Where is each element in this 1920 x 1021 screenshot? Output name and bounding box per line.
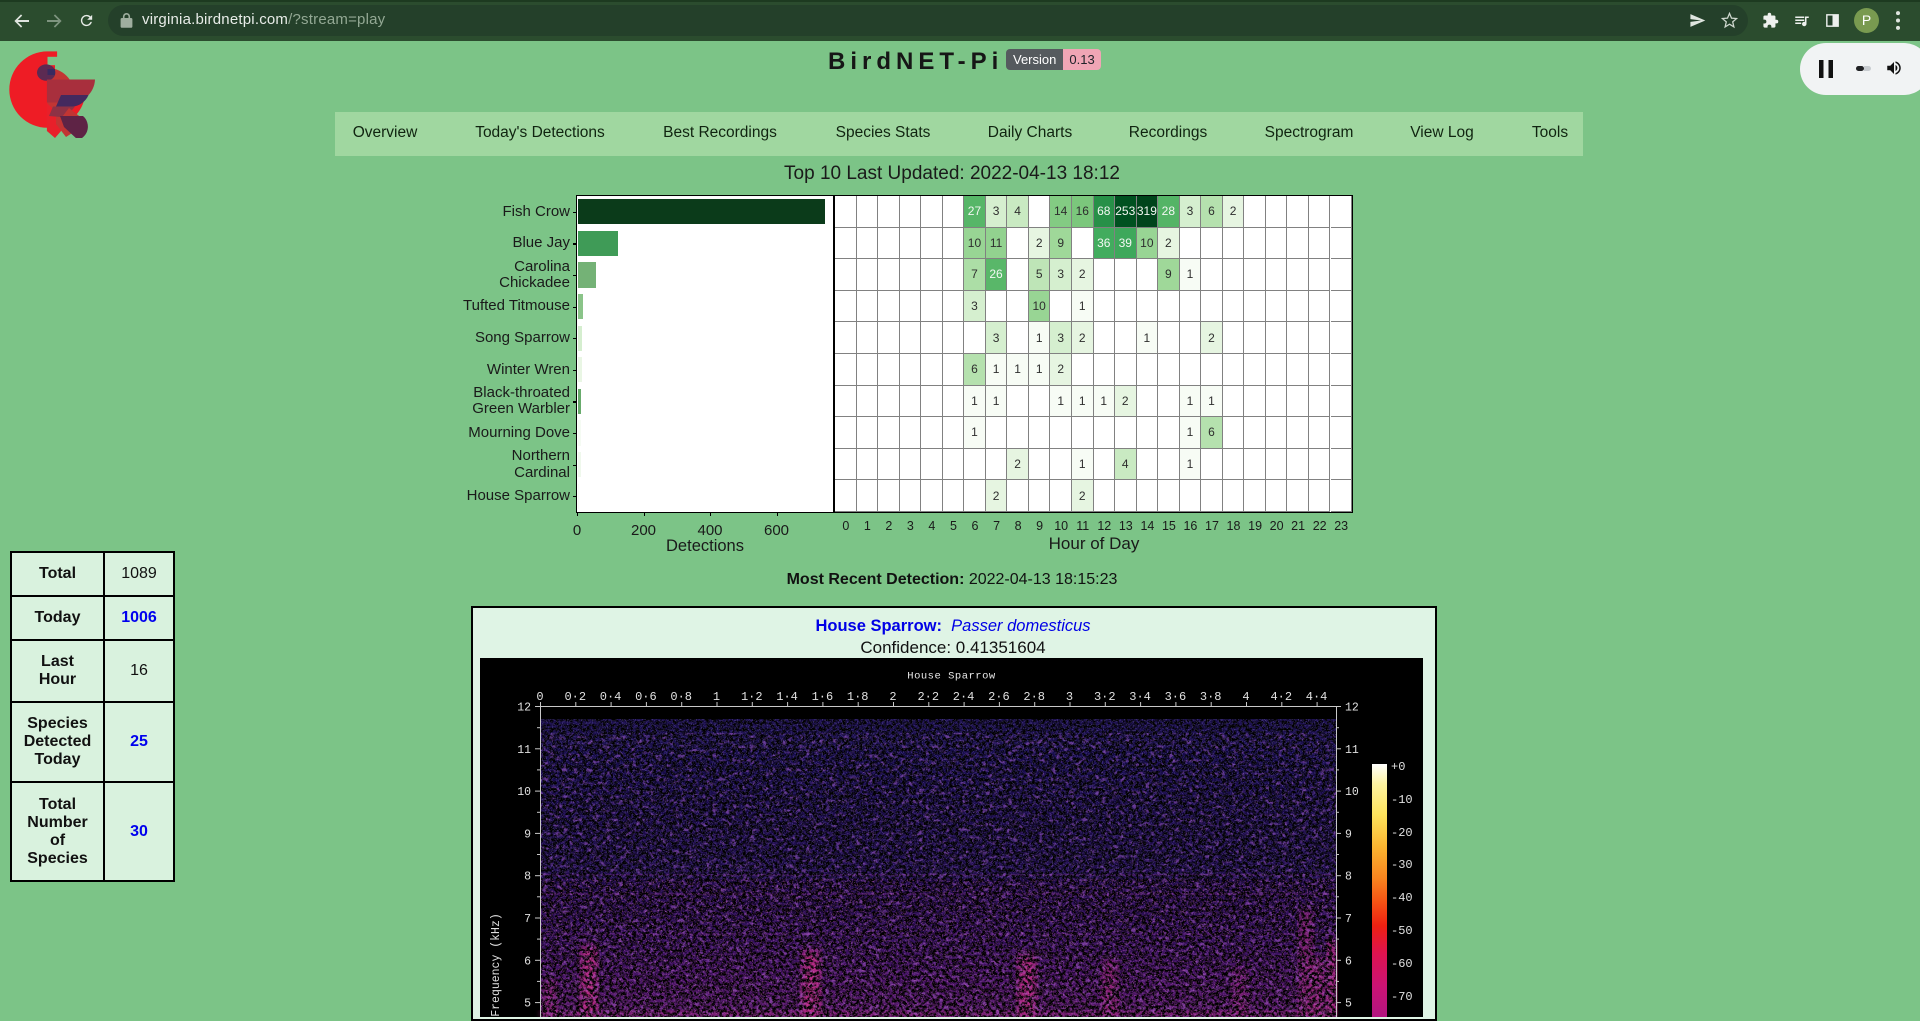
svg-text:3·6: 3·6 (1165, 690, 1187, 704)
svg-text:6: 6 (1345, 955, 1352, 968)
svg-text:3·4: 3·4 (1129, 690, 1151, 704)
svg-text:9: 9 (524, 828, 531, 841)
svg-text:+0: +0 (1391, 760, 1405, 774)
svg-text:7: 7 (524, 913, 531, 926)
svg-text:3·8: 3·8 (1200, 690, 1222, 704)
svg-text:0·8: 0·8 (670, 690, 692, 704)
svg-text:1·8: 1·8 (847, 690, 869, 704)
svg-text:4·4: 4·4 (1306, 690, 1328, 704)
svg-text:4·2: 4·2 (1270, 690, 1292, 704)
svg-text:8: 8 (524, 871, 531, 884)
svg-text:7: 7 (1345, 913, 1352, 926)
svg-text:2·4: 2·4 (953, 690, 975, 704)
svg-text:11: 11 (1345, 744, 1359, 757)
svg-text:0·2: 0·2 (564, 690, 586, 704)
svg-text:3·2: 3·2 (1094, 690, 1116, 704)
svg-text:0·4: 0·4 (600, 690, 622, 704)
svg-text:0·6: 0·6 (635, 690, 657, 704)
svg-text:-60: -60 (1391, 957, 1413, 971)
svg-text:6: 6 (524, 955, 531, 968)
svg-text:-50: -50 (1391, 924, 1413, 938)
svg-text:8: 8 (1345, 871, 1352, 884)
svg-text:5: 5 (1345, 998, 1352, 1011)
svg-text:Frequency (kHz): Frequency (kHz) (490, 913, 503, 1017)
svg-text:House Sparrow: House Sparrow (907, 671, 996, 683)
svg-text:3: 3 (1066, 690, 1073, 704)
svg-text:2·2: 2·2 (917, 690, 939, 704)
svg-text:1·4: 1·4 (776, 690, 798, 704)
svg-text:1·2: 1·2 (741, 690, 763, 704)
svg-text:2: 2 (889, 690, 896, 704)
svg-text:-30: -30 (1391, 858, 1413, 872)
svg-text:12: 12 (517, 702, 531, 715)
svg-text:2·8: 2·8 (1023, 690, 1045, 704)
svg-text:1: 1 (713, 690, 720, 704)
svg-text:-70: -70 (1391, 990, 1413, 1004)
svg-text:-20: -20 (1391, 826, 1413, 840)
svg-text:10: 10 (1345, 786, 1359, 799)
svg-text:9: 9 (1345, 828, 1352, 841)
svg-text:4: 4 (1242, 690, 1249, 704)
svg-text:0: 0 (536, 690, 543, 704)
svg-text:5: 5 (524, 998, 531, 1011)
svg-text:2·6: 2·6 (988, 690, 1010, 704)
svg-text:-10: -10 (1391, 793, 1413, 807)
svg-text:10: 10 (517, 786, 531, 799)
svg-text:-40: -40 (1391, 891, 1413, 905)
svg-text:11: 11 (517, 744, 531, 757)
svg-text:1·6: 1·6 (812, 690, 834, 704)
svg-text:12: 12 (1345, 702, 1359, 715)
